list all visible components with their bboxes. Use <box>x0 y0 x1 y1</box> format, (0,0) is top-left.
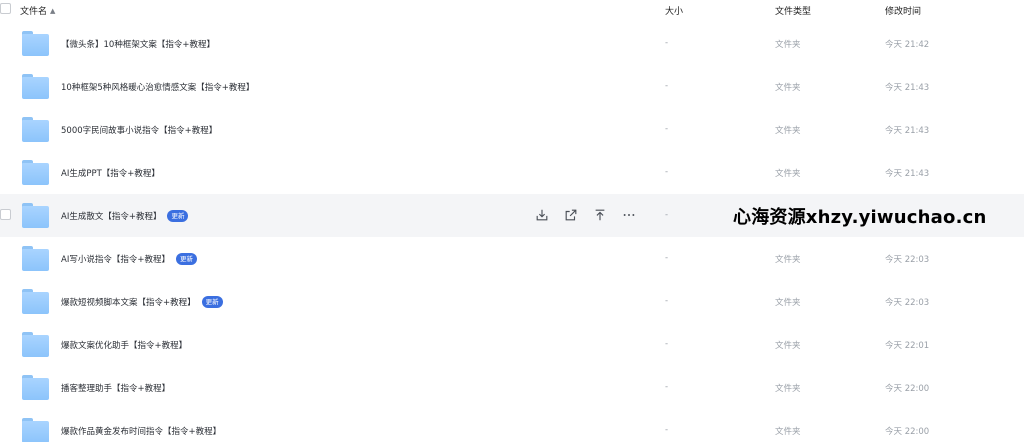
file-type: 文件夹 <box>775 255 801 265</box>
table-row[interactable]: 5000字民间故事小说指令【指令+教程】 - 文件夹 今天 21:43 <box>0 108 1024 151</box>
file-type: 文件夹 <box>775 126 801 136</box>
file-size: - <box>665 81 669 91</box>
modified-time: 今天 22:03 <box>885 298 930 308</box>
file-type: 文件夹 <box>775 298 801 308</box>
table-row[interactable]: 【微头条】10种框架文案【指令+教程】 - 文件夹 今天 21:42 <box>0 22 1024 65</box>
file-list-header: 文件名 ▲ 大小 文件类型 修改时间 <box>0 0 1024 22</box>
file-size: - <box>665 167 669 177</box>
share-icon[interactable] <box>564 207 580 223</box>
modified-time: 今天 22:01 <box>885 341 930 351</box>
folder-icon <box>22 31 49 56</box>
folder-icon <box>22 203 49 228</box>
table-row[interactable]: 爆款文案优化助手【指令+教程】 - 文件夹 今天 22:01 <box>0 323 1024 366</box>
file-name-text: 5000字民间故事小说指令【指令+教程】 <box>61 126 218 136</box>
row-checkbox[interactable] <box>0 209 11 220</box>
file-type: 文件夹 <box>775 169 801 179</box>
modified-time: 今天 22:03 <box>885 255 930 265</box>
table-row[interactable]: AI生成PPT【指令+教程】 - 文件夹 今天 21:43 <box>0 151 1024 194</box>
file-name[interactable]: 爆款短视频脚本文案【指令+教程】 更新 <box>61 296 223 308</box>
file-name-text: 爆款短视频脚本文案【指令+教程】 <box>61 298 196 308</box>
sort-icon[interactable]: ▲ <box>50 7 55 15</box>
more-icon[interactable] <box>622 207 638 223</box>
folder-icon <box>22 74 49 99</box>
file-name[interactable]: AI生成散文【指令+教程】 更新 <box>61 210 189 222</box>
file-size: - <box>665 425 669 435</box>
folder-icon <box>22 117 49 142</box>
file-size: - <box>665 253 669 263</box>
update-badge: 更新 <box>167 210 189 222</box>
file-size: - <box>665 382 669 392</box>
column-header-name[interactable]: 文件名 ▲ <box>20 4 55 17</box>
file-name-text: 10种框架5种风格暖心治愈情感文案【指令+教程】 <box>61 83 255 93</box>
folder-icon <box>22 332 49 357</box>
table-row[interactable]: AI写小说指令【指令+教程】 更新 - 文件夹 今天 22:03 <box>0 237 1024 280</box>
file-name[interactable]: 爆款文案优化助手【指令+教程】 <box>61 339 187 351</box>
file-size: - <box>665 210 669 220</box>
file-name-text: AI生成散文【指令+教程】 <box>61 212 162 222</box>
table-row[interactable]: 爆款作品黄金发布时间指令【指令+教程】 - 文件夹 今天 22:00 <box>0 409 1024 442</box>
file-name[interactable]: 10种框架5种风格暖心治愈情感文案【指令+教程】 <box>61 81 254 93</box>
file-size: - <box>665 339 669 349</box>
column-header-time[interactable]: 修改时间 <box>885 4 921 17</box>
modified-time: 今天 22:00 <box>885 427 930 437</box>
file-size: - <box>665 38 669 48</box>
table-row[interactable]: 爆款短视频脚本文案【指令+教程】 更新 - 文件夹 今天 22:03 <box>0 280 1024 323</box>
column-header-name-label: 文件名 <box>20 7 48 17</box>
file-size: - <box>665 124 669 134</box>
file-name[interactable]: 5000字民间故事小说指令【指令+教程】 <box>61 124 217 136</box>
file-size: - <box>665 296 669 306</box>
column-header-type[interactable]: 文件类型 <box>775 4 811 17</box>
file-name[interactable]: 爆款作品黄金发布时间指令【指令+教程】 <box>61 425 221 437</box>
folder-icon <box>22 289 49 314</box>
file-type: 文件夹 <box>775 384 801 394</box>
table-row[interactable]: 播客整理助手【指令+教程】 - 文件夹 今天 22:00 <box>0 366 1024 409</box>
modified-time: 今天 21:43 <box>885 126 930 136</box>
table-row[interactable]: 10种框架5种风格暖心治愈情感文案【指令+教程】 - 文件夹 今天 21:43 <box>0 65 1024 108</box>
file-type: 文件夹 <box>775 341 801 351</box>
file-name-text: 【微头条】10种框架文案【指令+教程】 <box>61 40 215 50</box>
modified-time: 今天 22:00 <box>885 384 930 394</box>
move-to-top-icon[interactable] <box>593 207 609 223</box>
modified-time: 今天 21:43 <box>885 83 930 93</box>
file-type: 文件夹 <box>775 427 801 437</box>
folder-icon <box>22 418 49 442</box>
modified-time: 今天 21:43 <box>885 169 930 179</box>
download-icon[interactable] <box>535 207 551 223</box>
folder-icon <box>22 375 49 400</box>
update-badge: 更新 <box>175 253 197 265</box>
file-name-text: 爆款作品黄金发布时间指令【指令+教程】 <box>61 427 222 437</box>
modified-time: 今天 21:42 <box>885 40 930 50</box>
file-type: 文件夹 <box>775 40 801 50</box>
column-header-size[interactable]: 大小 <box>665 4 683 17</box>
file-name-text: 爆款文案优化助手【指令+教程】 <box>61 341 188 351</box>
file-name[interactable]: 播客整理助手【指令+教程】 <box>61 382 170 394</box>
file-name-text: 播客整理助手【指令+教程】 <box>61 384 171 394</box>
file-type: 文件夹 <box>775 83 801 93</box>
update-badge: 更新 <box>201 296 223 308</box>
file-name-text: AI写小说指令【指令+教程】 <box>61 255 170 265</box>
watermark-text: 心海资源xhzy.yiwuchao.cn <box>733 207 987 228</box>
folder-icon <box>22 160 49 185</box>
folder-icon <box>22 246 49 271</box>
file-name[interactable]: 【微头条】10种框架文案【指令+教程】 <box>61 38 215 50</box>
select-all-checkbox[interactable] <box>0 3 11 14</box>
file-name-text: AI生成PPT【指令+教程】 <box>61 169 160 179</box>
file-name[interactable]: AI写小说指令【指令+教程】 更新 <box>61 253 197 265</box>
file-name[interactable]: AI生成PPT【指令+教程】 <box>61 167 160 179</box>
